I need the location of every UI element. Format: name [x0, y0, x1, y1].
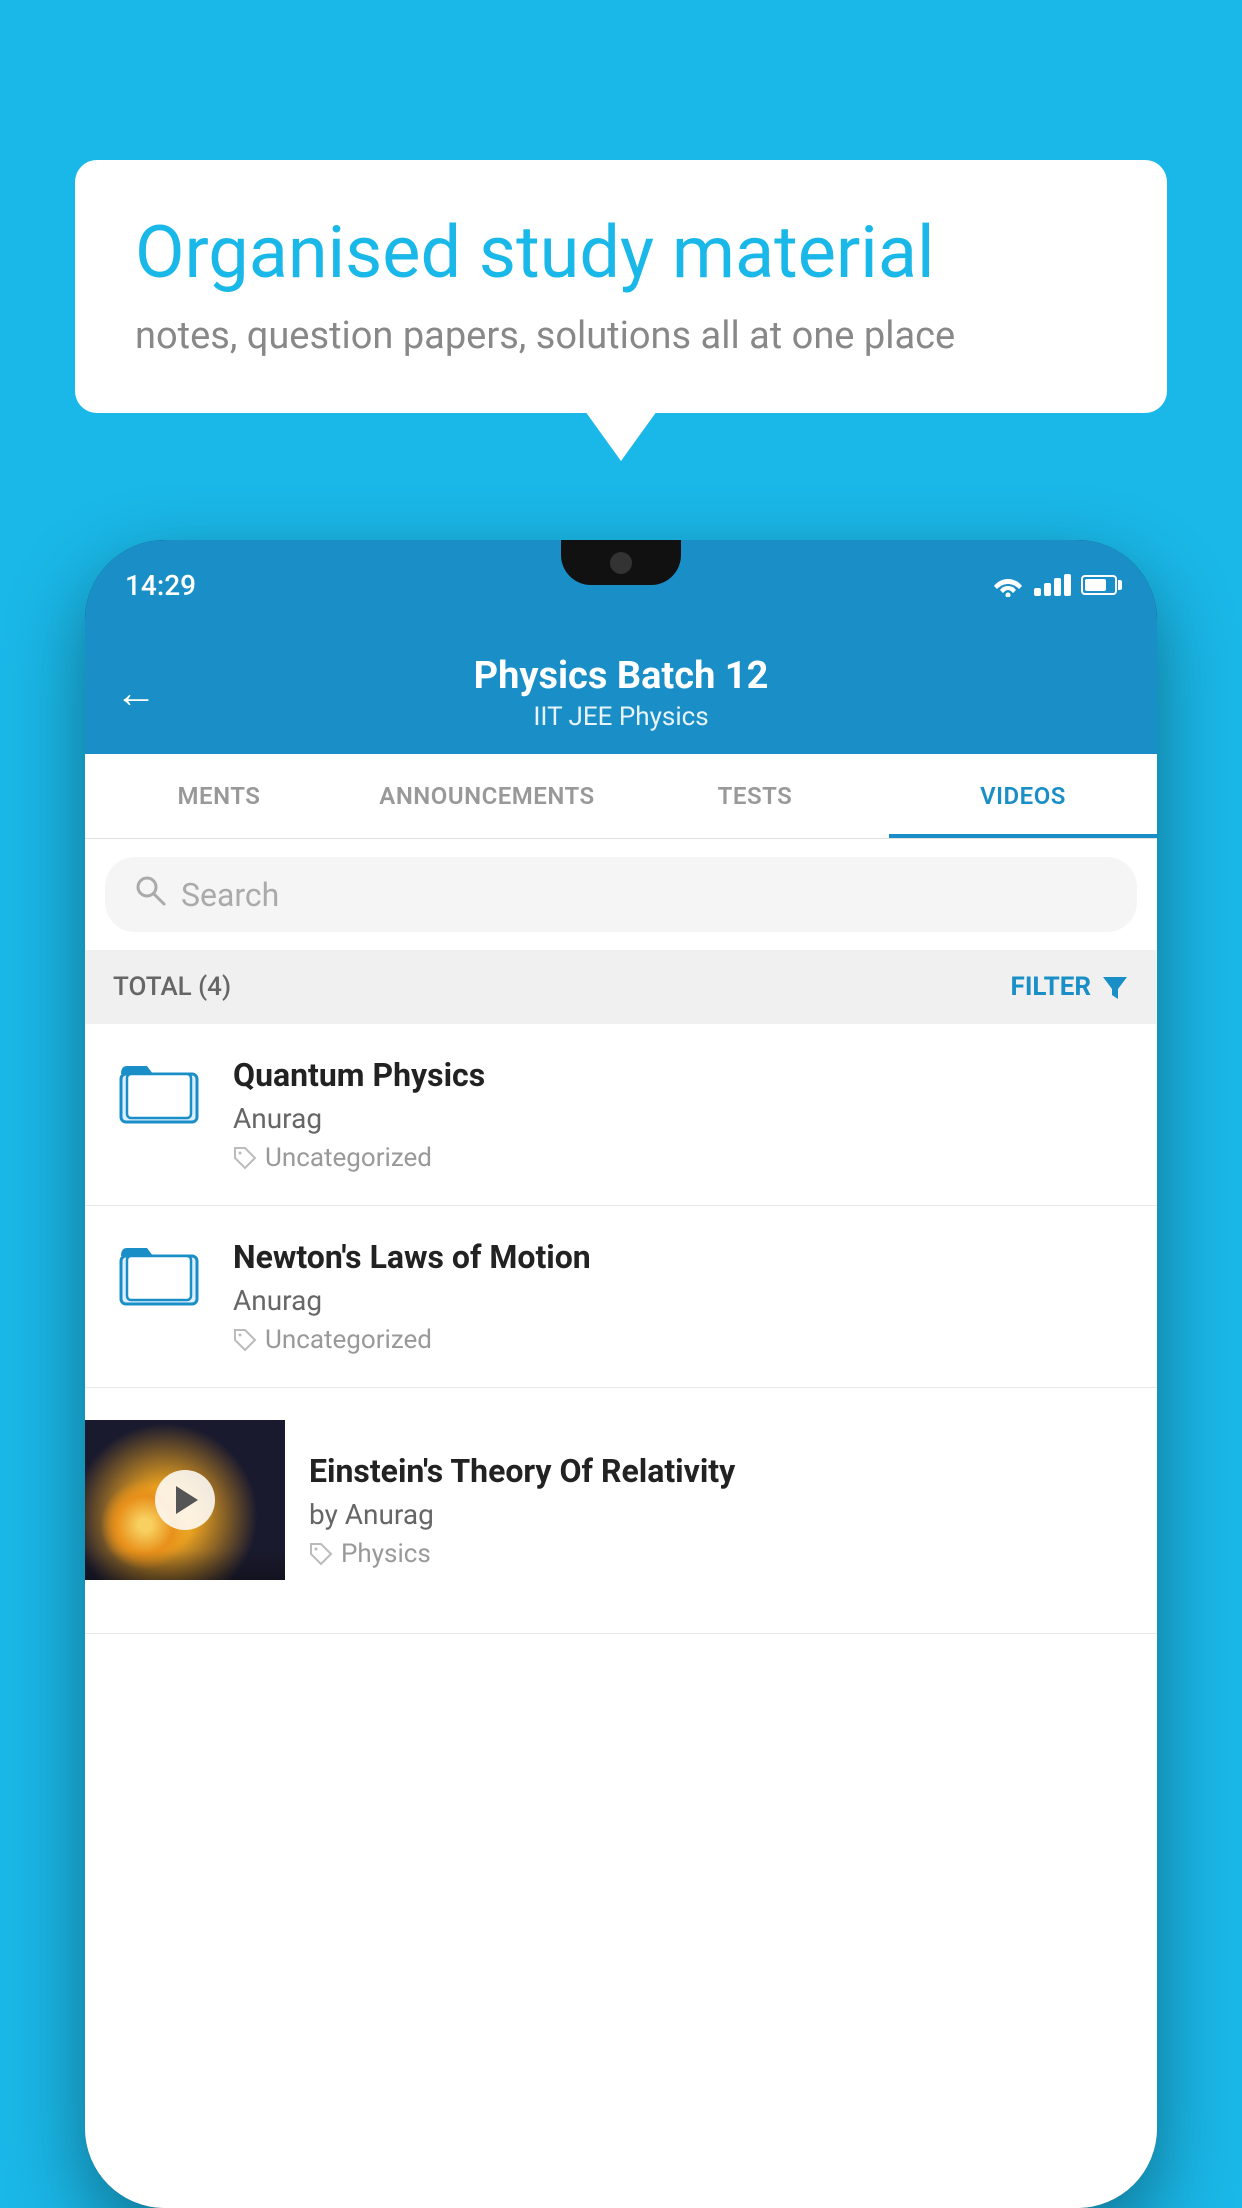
folder-thumbnail	[109, 1056, 209, 1126]
video-author: by Anurag	[309, 1498, 1109, 1531]
video-title: Quantum Physics	[233, 1056, 1133, 1094]
bubble-title: Organised study material	[135, 210, 1107, 296]
video-tag: Uncategorized	[265, 1325, 432, 1355]
tag-icon	[309, 1542, 333, 1566]
tab-tests[interactable]: TESTS	[621, 754, 889, 838]
video-info: Quantum Physics Anurag Uncategorized	[233, 1056, 1133, 1173]
tag-icon	[233, 1146, 257, 1170]
tab-documents[interactable]: MENTS	[85, 754, 353, 838]
tag-icon	[233, 1328, 257, 1352]
search-icon	[133, 873, 167, 916]
list-item[interactable]: Quantum Physics Anurag Uncategorized	[85, 1024, 1157, 1206]
video-author: Anurag	[233, 1284, 1133, 1317]
header-titles: Physics Batch 12 IIT JEE Physics	[177, 654, 1065, 732]
filter-button[interactable]: FILTER	[1011, 972, 1129, 1002]
video-info: Newton's Laws of Motion Anurag Uncategor…	[233, 1238, 1133, 1355]
status-icons	[992, 573, 1117, 597]
play-button[interactable]	[155, 1470, 215, 1530]
notch	[561, 540, 681, 585]
camera	[610, 552, 632, 574]
video-tag: Physics	[341, 1539, 431, 1569]
status-bar: 14:29	[85, 540, 1157, 630]
signal-icon	[1034, 574, 1071, 596]
search-placeholder: Search	[181, 876, 279, 914]
video-info: Einstein's Theory Of Relativity by Anura…	[285, 1420, 1133, 1601]
back-button[interactable]: ←	[115, 669, 157, 718]
video-list: Quantum Physics Anurag Uncategorized	[85, 1024, 1157, 2208]
batch-title: Physics Batch 12	[177, 654, 1065, 698]
filter-bar: TOTAL (4) FILTER	[85, 950, 1157, 1024]
search-bar[interactable]: Search	[105, 857, 1137, 932]
batch-subtitle: IIT JEE Physics	[177, 702, 1065, 732]
speech-bubble: Organised study material notes, question…	[75, 160, 1167, 413]
filter-label: FILTER	[1011, 972, 1091, 1002]
folder-thumbnail	[109, 1238, 209, 1308]
tab-announcements[interactable]: ANNOUNCEMENTS	[353, 754, 621, 838]
speech-bubble-section: Organised study material notes, question…	[75, 160, 1167, 413]
search-bar-container: Search	[85, 839, 1157, 950]
folder-icon	[119, 1238, 199, 1308]
tab-videos[interactable]: VIDEOS	[889, 754, 1157, 838]
battery-icon	[1081, 575, 1117, 595]
play-triangle-icon	[176, 1486, 198, 1514]
wifi-icon	[992, 573, 1024, 597]
video-title: Einstein's Theory Of Relativity	[309, 1452, 1109, 1490]
total-count: TOTAL (4)	[113, 972, 231, 1002]
video-tag-row: Physics	[309, 1539, 1109, 1569]
video-tag-row: Uncategorized	[233, 1143, 1133, 1173]
phone-screen: ← Physics Batch 12 IIT JEE Physics MENTS…	[85, 630, 1157, 2208]
phone-frame: 14:29 ←	[85, 540, 1157, 2208]
tabs-bar: MENTS ANNOUNCEMENTS TESTS VIDEOS	[85, 754, 1157, 839]
bubble-subtitle: notes, question papers, solutions all at…	[135, 314, 1107, 358]
list-item[interactable]: Einstein's Theory Of Relativity by Anura…	[85, 1388, 1157, 1634]
video-tag: Uncategorized	[265, 1143, 432, 1173]
video-thumbnail	[85, 1420, 285, 1580]
list-item[interactable]: Newton's Laws of Motion Anurag Uncategor…	[85, 1206, 1157, 1388]
filter-icon	[1101, 973, 1129, 1001]
status-time: 14:29	[125, 569, 196, 602]
video-title: Newton's Laws of Motion	[233, 1238, 1133, 1276]
folder-icon	[119, 1056, 199, 1126]
video-tag-row: Uncategorized	[233, 1325, 1133, 1355]
video-author: Anurag	[233, 1102, 1133, 1135]
app-header: ← Physics Batch 12 IIT JEE Physics	[85, 630, 1157, 754]
